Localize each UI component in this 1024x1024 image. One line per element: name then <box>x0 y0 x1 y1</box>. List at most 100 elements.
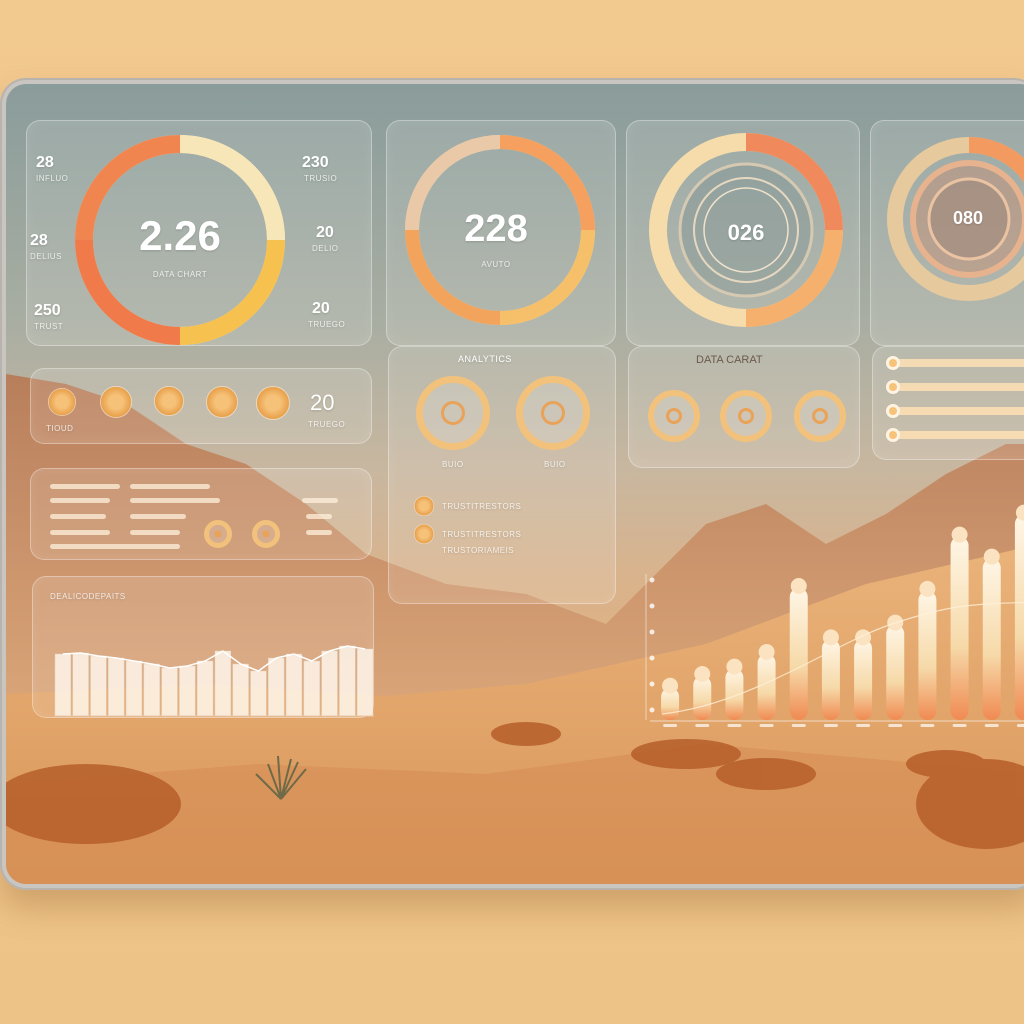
analytics-ring-2[interactable] <box>516 376 590 450</box>
gauge-1-stat-4: 20 <box>316 224 334 241</box>
bar-x-tick <box>823 724 838 727</box>
bar-cap <box>855 629 872 646</box>
analytics-item-dot[interactable] <box>414 524 434 544</box>
area-chart-column <box>214 650 232 717</box>
bar <box>950 536 969 720</box>
bar-x-tick <box>1016 724 1024 727</box>
bar-x-tick <box>663 724 678 727</box>
gauge-1-stat-2-label: TRUSIO <box>304 174 338 183</box>
area-chart-column <box>303 660 320 717</box>
gauge-1-stat-3-label: DELIUS <box>30 252 62 261</box>
bar-cap <box>662 677 679 694</box>
bar-chart-y-tick <box>649 655 655 661</box>
list-row <box>306 514 332 519</box>
gauge-1-stat-6-label: TRUEGO <box>308 320 346 329</box>
list-row <box>130 498 220 503</box>
bar-x-tick <box>727 724 742 727</box>
analytics-title: ANALYTICS <box>458 354 512 364</box>
bar <box>693 676 712 720</box>
analytics-item-dot[interactable] <box>414 496 434 516</box>
list-row <box>302 498 338 503</box>
area-chart-column <box>321 650 338 717</box>
area-chart-column <box>250 670 267 717</box>
bar-cap <box>822 629 839 646</box>
bar-chart <box>645 504 1024 727</box>
slider-knob[interactable] <box>886 356 900 370</box>
area-chart-column <box>232 663 249 717</box>
list-row <box>130 484 210 489</box>
bar-chart-y-tick <box>649 603 655 609</box>
area-chart-column <box>54 653 72 717</box>
toggle-ring[interactable] <box>204 520 232 548</box>
area-chart-title: DEALICODEPAITS <box>50 592 126 601</box>
indicator-dot[interactable] <box>206 386 238 418</box>
data-chart-title: DATA CARAT <box>696 354 763 366</box>
bar-cap <box>694 666 711 682</box>
bar-chart-y-tick <box>649 707 655 713</box>
slider-track[interactable] <box>890 431 1024 439</box>
slider-knob[interactable] <box>886 380 900 394</box>
list-row <box>50 514 106 519</box>
indicator-dot[interactable] <box>154 386 184 416</box>
area-chart-column <box>108 657 125 717</box>
indicator-dot[interactable] <box>256 386 290 420</box>
bar-x-tick <box>984 724 999 727</box>
analytics-item-1: TRUSTITRESTORS <box>442 502 522 511</box>
list-row <box>50 498 110 503</box>
bar-x-tick <box>759 724 774 727</box>
gauge-1-value: 2.26 <box>139 212 221 259</box>
slider-track[interactable] <box>890 407 1024 415</box>
bar-x-tick <box>695 724 710 727</box>
area-chart-column <box>339 645 356 717</box>
gauge-1-caption: DATA CHART <box>152 270 208 279</box>
area-chart-column <box>143 663 160 717</box>
list-row <box>130 514 186 519</box>
analytics-panel <box>388 346 616 604</box>
slider-knob[interactable] <box>886 404 900 418</box>
bar-cap <box>790 578 807 594</box>
list-row <box>50 484 120 489</box>
data-chart-ring-2[interactable] <box>720 390 772 442</box>
bar-chart-trend-line <box>661 601 1024 715</box>
bar-cap <box>951 526 968 543</box>
area-chart-column <box>72 652 89 717</box>
gauge-1-stat-3: 28 <box>30 232 48 249</box>
bar-x-tick <box>856 724 871 727</box>
bar-cap <box>758 644 775 660</box>
data-chart-ring-3[interactable] <box>794 390 846 442</box>
area-chart-column <box>196 660 214 717</box>
bar-cap <box>919 580 936 597</box>
slider-knob[interactable] <box>886 428 900 442</box>
area-chart-column <box>90 655 107 717</box>
gauge-3-value: 026 <box>727 220 765 245</box>
gauge-1-stat-5-label: TRUST <box>34 322 64 331</box>
bar <box>789 588 808 720</box>
dot-caption: TIOUD <box>46 424 74 433</box>
gauge-2-caption: AVUTO <box>481 260 511 269</box>
area-chart-column <box>356 648 374 717</box>
area-chart-column <box>125 660 143 717</box>
slider-track[interactable] <box>890 359 1024 367</box>
gauge-4-value: 080 <box>952 208 984 228</box>
bar <box>886 624 905 720</box>
bar <box>757 654 776 720</box>
dashboard-screen: 2.26 DATA CHART 28 INFLUO 230 TRUSIO 28 … <box>6 84 1024 884</box>
bar-chart-y-tick <box>649 629 655 635</box>
bar <box>725 668 744 720</box>
gauge-1-stat-1-label: INFLUO <box>36 174 69 183</box>
list-row <box>130 530 180 535</box>
indicator-dot[interactable] <box>48 388 76 416</box>
toggle-ring[interactable] <box>252 520 280 548</box>
tablet-frame: 2.26 DATA CHART 28 INFLUO 230 TRUSIO 28 … <box>0 78 1024 890</box>
dots-panel-stat: 20 <box>310 390 335 415</box>
bar-x-tick <box>952 724 967 727</box>
slider-track[interactable] <box>890 383 1024 391</box>
data-chart-ring-1[interactable] <box>648 390 700 442</box>
analytics-ring-1[interactable] <box>416 376 490 450</box>
dots-panel-stat-label: TRUEGO <box>308 420 346 429</box>
indicator-dot[interactable] <box>100 386 132 418</box>
analytics-item-2: TRUSTITRESTORS <box>442 530 522 539</box>
bar-x-tick <box>888 724 903 727</box>
area-chart-column <box>285 653 303 717</box>
gauge-1-stat-6: 20 <box>312 300 330 317</box>
